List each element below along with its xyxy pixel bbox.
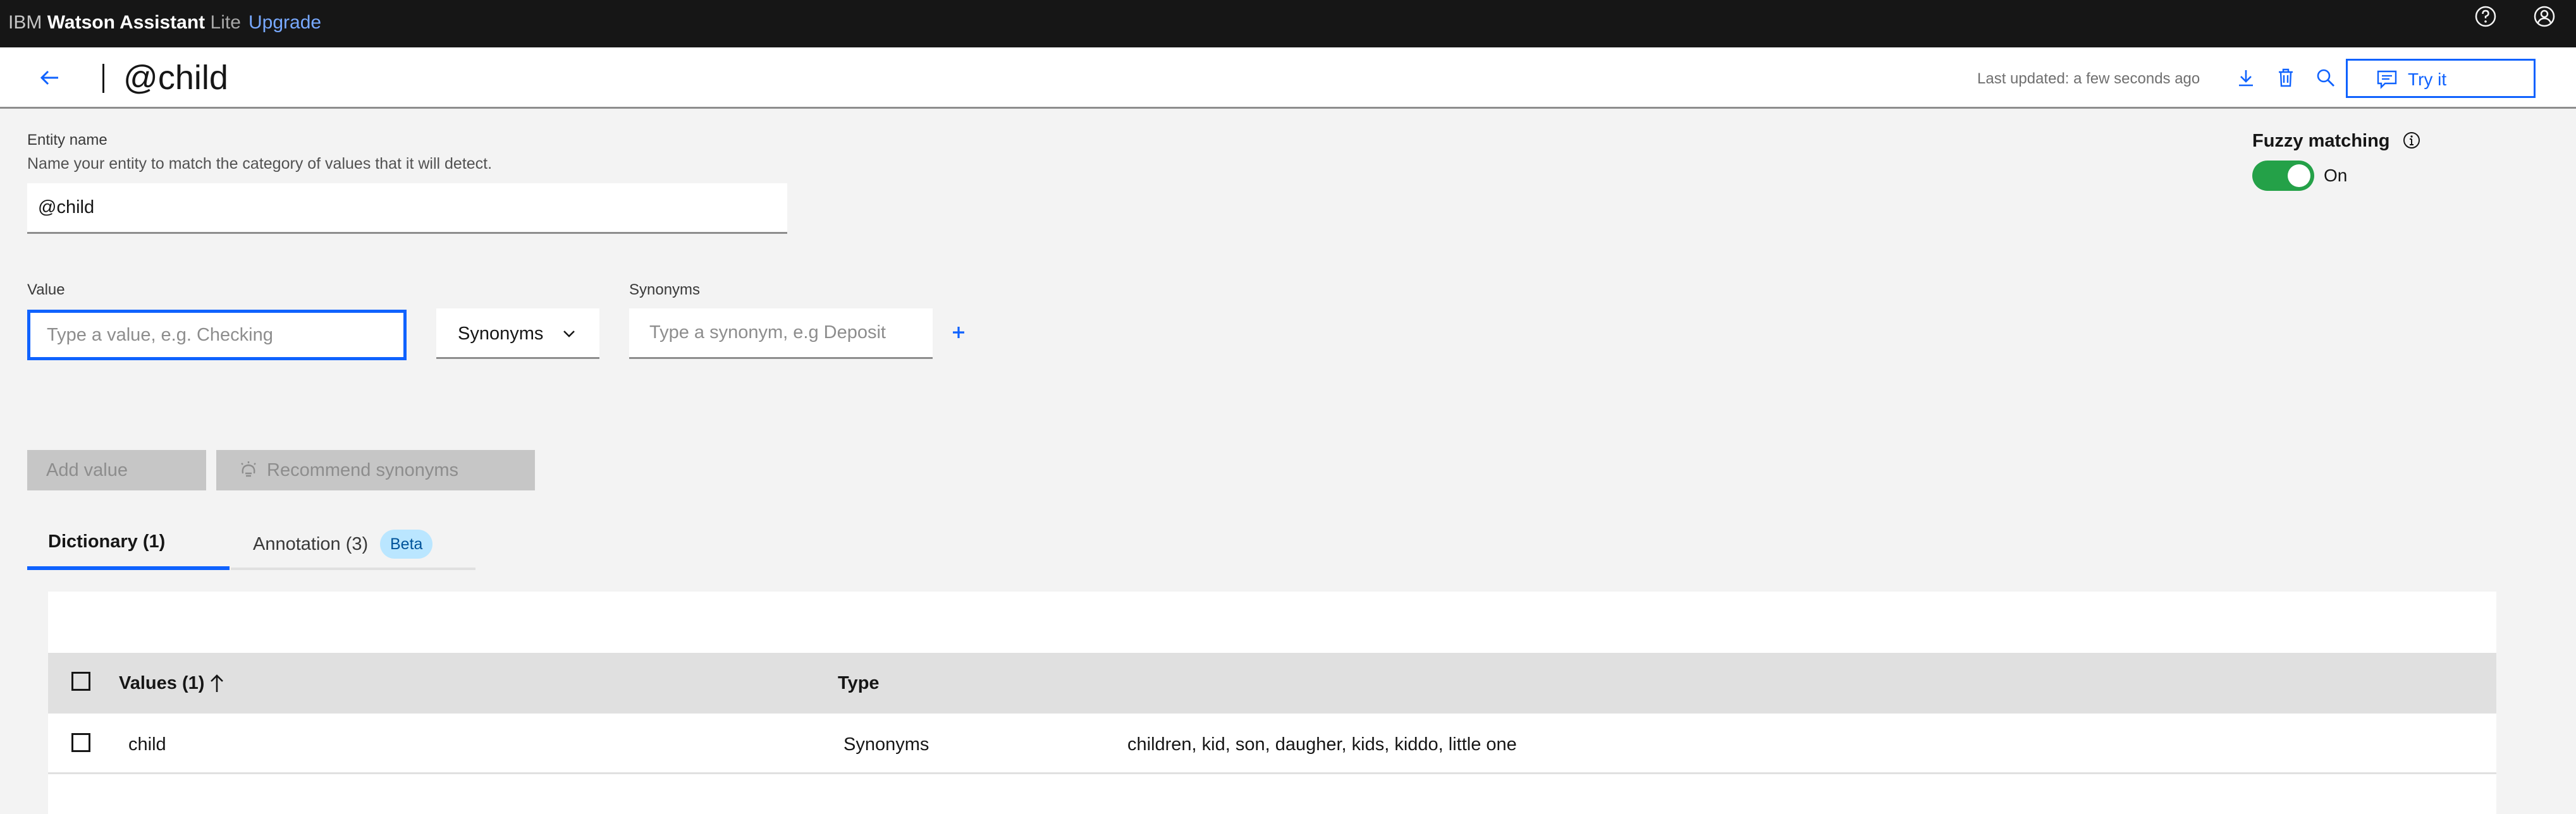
add-synonym-plus-icon[interactable]: [948, 322, 969, 343]
beta-badge: Beta: [380, 530, 433, 559]
row-type: Synonyms: [843, 734, 929, 755]
table-empty-area: [48, 774, 2496, 814]
select-all-checkbox[interactable]: [71, 672, 90, 691]
synonym-input[interactable]: [629, 308, 933, 359]
download-icon[interactable]: [2235, 66, 2257, 89]
top-nav-bar: IBM Watson Assistant Lite Upgrade: [0, 0, 2576, 47]
info-icon[interactable]: [2401, 130, 2422, 150]
value-label: Value: [27, 281, 65, 298]
brand-plan: Lite: [210, 12, 241, 33]
sort-arrow-up-icon[interactable]: [207, 672, 226, 695]
tab-annotation[interactable]: Annotation (3) Beta: [231, 525, 475, 570]
type-dropdown[interactable]: Synonyms: [436, 308, 599, 359]
search-icon[interactable]: [2314, 66, 2337, 89]
page-title: @child: [123, 59, 228, 97]
header-divider: [102, 64, 104, 93]
help-icon[interactable]: [2473, 4, 2498, 29]
entity-name-helper: Name your entity to match the category o…: [27, 155, 493, 173]
brand-name: Watson Assistant: [47, 12, 205, 33]
add-value-button[interactable]: Add value: [27, 450, 206, 490]
brand-prefix: IBM: [8, 12, 42, 33]
tab-dictionary-label: Dictionary (1): [48, 532, 166, 552]
row-value: child: [128, 734, 166, 755]
arrow-left-icon[interactable]: [33, 61, 66, 94]
fuzzy-matching-toggle[interactable]: [2252, 161, 2314, 191]
synonyms-label: Synonyms: [629, 281, 701, 298]
recommend-synonyms-button[interactable]: Recommend synonyms: [216, 450, 535, 490]
user-profile-icon[interactable]: [2532, 4, 2557, 29]
chat-icon: [2377, 70, 2397, 89]
row-checkbox[interactable]: [71, 733, 90, 752]
value-input[interactable]: [27, 310, 407, 360]
last-updated-text: Last updated: a few seconds ago: [1977, 70, 2200, 87]
watson-icon: [241, 461, 256, 477]
delete-icon[interactable]: [2274, 66, 2297, 89]
try-it-label: Try it: [2408, 70, 2447, 89]
recommend-synonyms-label: Recommend synonyms: [267, 460, 458, 480]
type-dropdown-value: Synonyms: [458, 324, 544, 344]
column-header-values[interactable]: Values (1): [119, 671, 204, 695]
entity-name-input[interactable]: [27, 183, 787, 234]
row-synonyms: children, kid, son, daugher, kids, kiddo…: [1127, 734, 1517, 755]
table-header: [48, 653, 2496, 714]
entity-name-label: Entity name: [27, 131, 107, 149]
fuzzy-matching-state: On: [2324, 166, 2348, 185]
chevron-down-icon: [563, 331, 575, 337]
column-header-type: Type: [838, 673, 880, 693]
try-it-button[interactable]: Try it: [2346, 59, 2536, 98]
fuzzy-matching-title: Fuzzy matching: [2252, 131, 2390, 151]
toggle-knob: [2288, 164, 2310, 187]
tab-dictionary[interactable]: Dictionary (1): [27, 525, 230, 570]
product-brand: IBM Watson Assistant Lite: [8, 9, 241, 37]
tab-annotation-label: Annotation (3): [253, 534, 369, 554]
upgrade-link[interactable]: Upgrade: [248, 9, 321, 37]
entity-header: @child Last updated: a few seconds ago T…: [0, 47, 2576, 109]
